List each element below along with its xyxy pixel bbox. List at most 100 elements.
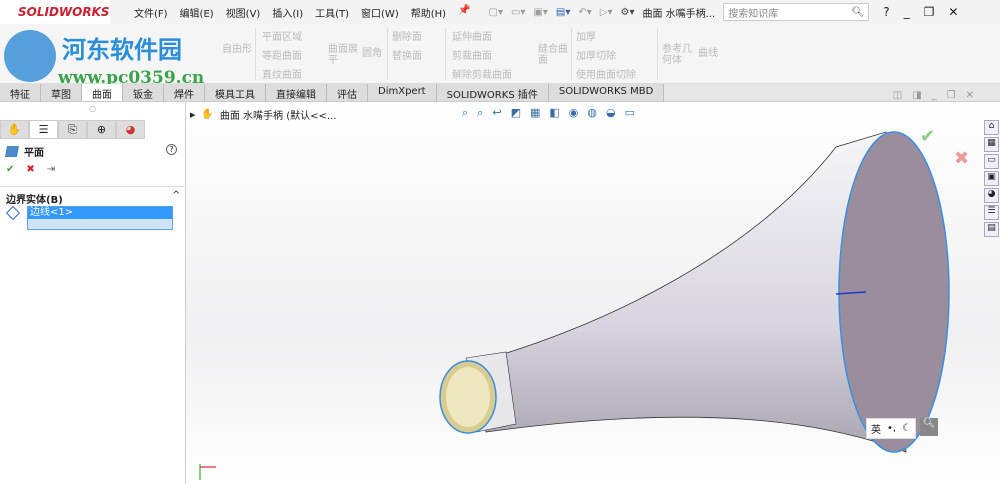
feature-tree-tab[interactable]: ✋ [0, 120, 29, 139]
help-icon[interactable]: ? [883, 5, 889, 19]
title-bar: SOLIDWORKS 文件(F) 编辑(E) 视图(V) 插入(I) 工具(T)… [0, 0, 1000, 24]
ime-indicator[interactable]: 英 •, ☾ [866, 418, 917, 439]
edge-selection-icon [5, 205, 21, 221]
ime-moon-icon: ☾ [902, 423, 912, 434]
tab-sketch[interactable]: 草图 [41, 84, 82, 101]
planar-surface-button[interactable]: 平面区域 [262, 28, 302, 47]
tab-surfaces[interactable]: 曲面 [82, 84, 123, 101]
undo-icon[interactable]: ↶▾ [578, 7, 591, 18]
ime-punctuation-icon: •, [887, 423, 897, 434]
ok-button[interactable]: ✔ [6, 164, 14, 175]
search-icon[interactable]: 🔍︎ [852, 7, 865, 18]
menu-help[interactable]: 帮助(H) [411, 5, 446, 20]
menu-tools[interactable]: 工具(T) [315, 5, 349, 20]
thicken-button[interactable]: 加厚 [576, 28, 636, 47]
close-button[interactable]: ✕ [948, 5, 958, 19]
tab-evaluate[interactable]: 评估 [327, 84, 368, 101]
thicken-group: 加厚 加厚切除 使用曲面切除 [576, 28, 636, 85]
flatten-button[interactable]: 曲面展平 [328, 44, 358, 66]
replace-face-button[interactable]: 替换面 [392, 47, 422, 66]
task-pane-tabs: ⌂ ▦ ▭ ▣ ◕ ☰ ▤ [984, 120, 1000, 237]
file-explorer-icon[interactable]: ▭ [984, 154, 999, 169]
configuration-tab[interactable]: ⎘ [58, 120, 87, 139]
tab-sheet-metal[interactable]: 钣金 [123, 84, 164, 101]
tab-features[interactable]: 特征 [0, 84, 41, 101]
thickened-cut-button[interactable]: 加厚切除 [576, 47, 636, 66]
viewport-split-icon[interactable]: ◨ [912, 90, 921, 101]
curves-button[interactable]: 曲线 [698, 44, 718, 63]
face-group: 删除面 替换面 [392, 28, 422, 66]
fillet-button[interactable]: 圆角 [362, 44, 382, 63]
trim-surface-button[interactable]: 剪裁曲面 [452, 47, 512, 66]
minimize-button[interactable]: _ [904, 5, 910, 19]
tab-direct-editing[interactable]: 直接编辑 [266, 84, 327, 101]
extend-surface-button[interactable]: 延伸曲面 [452, 28, 512, 47]
section-header[interactable]: 边界实体(B) [6, 191, 63, 206]
selection-list[interactable]: 边线<1> [27, 206, 173, 230]
search-placeholder: 搜索知识库 [728, 8, 779, 20]
offset-surface-button[interactable]: 等距曲面 [262, 47, 302, 66]
resources-icon[interactable]: ⌂ [984, 120, 999, 135]
tab-mbd[interactable]: SOLIDWORKS MBD [548, 84, 665, 101]
menu-bar: 文件(F) 编辑(E) 视图(V) 插入(I) 工具(T) 窗口(W) 帮助(H… [134, 5, 471, 20]
search-input[interactable]: 搜索知识库 🔍︎ [723, 3, 870, 21]
property-manager-tab[interactable]: ☰ [29, 120, 58, 139]
design-library-icon[interactable]: ▦ [984, 137, 999, 152]
magnifier-icon[interactable]: 🔍︎ [920, 418, 938, 436]
dimxpert-tab[interactable]: ⊕ [87, 120, 116, 139]
menu-window[interactable]: 窗口(W) [361, 5, 399, 20]
restore-button[interactable]: ❐ [924, 5, 935, 19]
pin-icon[interactable]: ⇥ [47, 164, 55, 175]
selected-edge[interactable]: 边线<1> [28, 207, 172, 219]
menu-view[interactable]: 视图(V) [226, 5, 261, 20]
appearances-icon[interactable]: ◕ [984, 188, 999, 203]
tab-mold-tools[interactable]: 模具工具 [205, 84, 266, 101]
new-icon[interactable]: ▢▾ [489, 7, 503, 18]
command-tabs: 特征 草图 曲面 钣金 焊件 模具工具 直接编辑 评估 DimXpert SOL… [0, 84, 1000, 102]
surface-group-1: 平面区域 等距曲面 直纹曲面 [262, 28, 302, 85]
tab-addins[interactable]: SOLIDWORKS 插件 [436, 84, 549, 101]
knit-surface-button[interactable]: 缝合曲面 [538, 44, 568, 66]
free-form-button[interactable]: 自由形 [222, 40, 252, 59]
open-icon[interactable]: ▭▾ [511, 7, 525, 18]
trim-group: 延伸曲面 剪裁曲面 解除剪裁曲面 [452, 28, 512, 85]
save-icon[interactable]: ▣▾ [533, 7, 547, 18]
tab-weldments[interactable]: 焊件 [164, 84, 205, 101]
custom-properties-icon[interactable]: ☰ [984, 205, 999, 220]
property-manager: ○ ✋ ☰ ⎘ ⊕ ◕ 平面 ? ✔ ✖ ⇥ 边界实体(B) ^ 边线<1> [0, 102, 186, 484]
reference-geometry-button[interactable]: 参考几何体 [662, 44, 692, 66]
print-icon[interactable]: ▤▾ [556, 7, 570, 18]
options-icon[interactable]: ⚙▾ [621, 7, 635, 18]
ime-language: 英 [871, 425, 881, 436]
viewport-minimize[interactable]: _ [932, 90, 937, 101]
menu-edit[interactable]: 编辑(E) [180, 5, 214, 20]
ruled-surface-button[interactable]: 直纹曲面 [262, 66, 302, 85]
graphics-area[interactable]: ▶ ✋ 曲面 水嘴手柄 (默认<<... ⌕ ⌕ ↩ ◩ ▦ ◧ ◉ ◍ ◒ ▭ ◫ ◨ _ ❐ ✕ ✔ … [186, 90, 1000, 484]
view-palette-icon[interactable]: ▣ [984, 171, 999, 186]
watermark-name: 河东软件园 [62, 35, 182, 64]
watermark-logo [4, 30, 56, 82]
delete-face-button[interactable]: 删除面 [392, 28, 422, 47]
viewport-tile-icon[interactable]: ◫ [893, 90, 902, 101]
triad-icon [199, 464, 216, 480]
help-icon[interactable]: ? [166, 144, 177, 155]
document-title: 曲面 水嘴手柄... [642, 8, 716, 20]
tab-dimxpert[interactable]: DimXpert [368, 84, 437, 101]
select-icon[interactable]: ▷▾ [600, 7, 613, 18]
menu-file[interactable]: 文件(F) [134, 5, 168, 20]
pin-icon[interactable]: 📌 [458, 5, 470, 20]
display-manager-tab[interactable]: ◕ [116, 120, 145, 139]
viewport-restore[interactable]: ❐ [947, 90, 956, 101]
menu-insert[interactable]: 插入(I) [272, 5, 303, 20]
solidworks-logo: SOLIDWORKS [0, 0, 110, 24]
forum-icon[interactable]: ▤ [984, 222, 999, 237]
quick-access-toolbar: ▢▾ ▭▾ ▣▾ ▤▾ ↶▾ ▷▾ ⚙▾ [489, 7, 635, 18]
collapse-icon[interactable]: ^ [172, 190, 180, 201]
ribbon: 自由形 平面区域 等距曲面 直纹曲面 曲面展平 圆角 删除面 替换面 延伸曲面 … [0, 24, 1000, 88]
untrim-surface-button[interactable]: 解除剪裁曲面 [452, 66, 512, 85]
cancel-button[interactable]: ✖ [26, 164, 34, 175]
cut-with-surface-button[interactable]: 使用曲面切除 [576, 66, 636, 85]
plane-icon [5, 146, 19, 157]
viewport-close[interactable]: ✕ [966, 90, 974, 101]
panel-title: 平面 [24, 148, 44, 159]
